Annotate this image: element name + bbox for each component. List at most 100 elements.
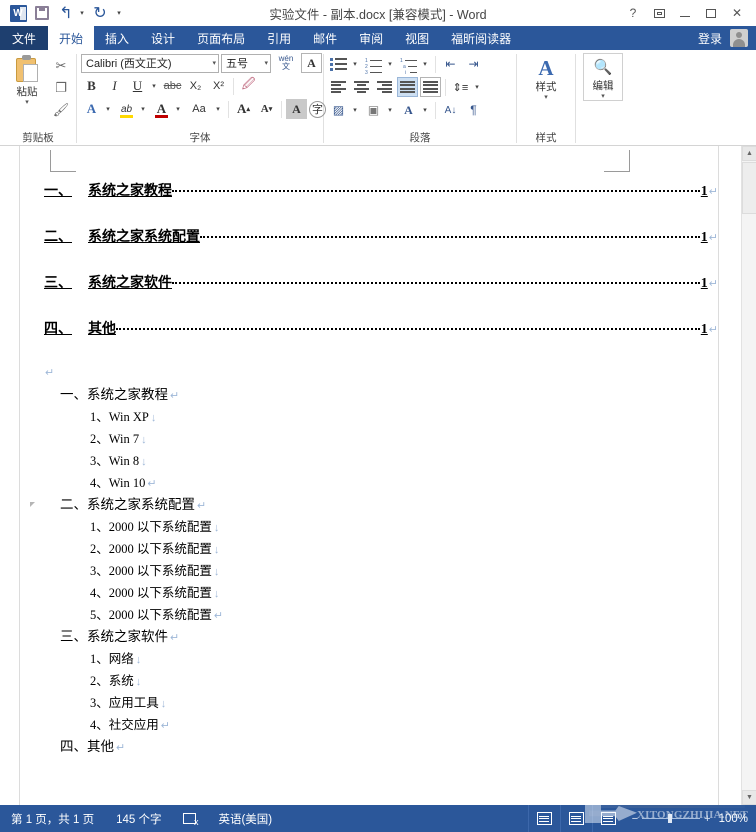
view-read-mode-button[interactable] — [527, 805, 560, 832]
highlight-dropdown-icon[interactable]: ▾ — [139, 99, 149, 119]
language-status[interactable]: 英语(美国) — [207, 811, 283, 827]
shading-dropdown-icon[interactable]: ▾ — [351, 100, 361, 120]
underline-dropdown-icon[interactable]: ▾ — [150, 76, 160, 96]
font-color-dropdown-icon[interactable]: ▾ — [174, 99, 184, 119]
outline-item[interactable]: 1、Win XP ↓ — [20, 407, 718, 428]
toc-entry[interactable]: 二、 系统之家系统配置 1 ↵ — [20, 226, 718, 246]
document-area[interactable]: 一、 系统之家教程 1 ↵ 二、 系统之家系统配置 1 ↵ 三、 系统之家软件 — [0, 146, 756, 805]
chevron-down-icon[interactable]: ▾ — [208, 59, 216, 67]
align-right-icon[interactable] — [374, 77, 395, 97]
zoom-level[interactable]: 100% — [719, 813, 756, 825]
tab-design[interactable]: 设计 — [140, 26, 186, 50]
customize-qat-icon[interactable]: ▾ — [112, 2, 128, 24]
numbering-dropdown-icon[interactable]: ▾ — [386, 54, 396, 74]
line-spacing-icon[interactable]: ⇕≡ — [450, 77, 471, 97]
restore-icon[interactable] — [698, 2, 724, 24]
chevron-down-icon[interactable]: ▾ — [260, 59, 268, 67]
outline-item[interactable]: 1、2000 以下系统配置 ↓ — [20, 517, 718, 538]
outline-item[interactable]: 3、Win 8 ↓ — [20, 451, 718, 472]
toc-entry[interactable]: 一、 系统之家教程 1 ↵ — [20, 180, 718, 200]
italic-button[interactable]: I — [104, 76, 125, 96]
editing-dropdown-icon[interactable]: ▾ — [601, 93, 605, 100]
clear-formatting-icon[interactable]: 🖉 — [238, 76, 259, 96]
view-web-layout-button[interactable] — [591, 805, 624, 832]
outline-item[interactable]: 4、2000 以下系统配置 ↓ — [20, 583, 718, 604]
superscript-button[interactable]: X² — [208, 76, 229, 96]
align-center-icon[interactable] — [351, 77, 372, 97]
save-icon[interactable] — [30, 2, 54, 24]
tab-insert[interactable]: 插入 — [94, 26, 140, 50]
minimize-icon[interactable] — [672, 2, 698, 24]
tab-foxit-reader[interactable]: 福昕阅读器 — [440, 26, 522, 50]
document-content[interactable]: 一、 系统之家教程 1 ↵ 二、 系统之家系统配置 1 ↵ 三、 系统之家软件 — [20, 180, 718, 759]
sort-icon[interactable]: A↓ — [440, 100, 461, 120]
document-page[interactable]: 一、 系统之家教程 1 ↵ 二、 系统之家系统配置 1 ↵ 三、 系统之家软件 — [19, 146, 719, 805]
paste-button[interactable]: 粘贴 ▾ — [4, 53, 50, 106]
decrease-indent-icon[interactable]: ⇤ — [440, 54, 461, 74]
zoom-in-button[interactable]: + — [704, 813, 710, 825]
styles-dropdown-icon[interactable]: ▾ — [544, 94, 548, 101]
help-icon[interactable]: ? — [620, 2, 646, 24]
increase-indent-icon[interactable]: ⇥ — [463, 54, 484, 74]
word-count[interactable]: 145 个字 — [105, 811, 172, 827]
collapse-triangle-icon[interactable] — [30, 502, 35, 507]
sign-in-button[interactable]: 登录 — [690, 30, 730, 47]
editing-button[interactable]: 🔍 编辑 ▾ — [583, 53, 623, 101]
toc-entry[interactable]: 三、 系统之家软件 1 ↵ — [20, 272, 718, 292]
redo-icon[interactable]: ↻ — [88, 2, 112, 24]
undo-dropdown-icon[interactable]: ▾ — [78, 2, 88, 24]
proofing-status[interactable] — [172, 813, 207, 827]
scroll-down-icon[interactable]: ▼ — [742, 790, 756, 805]
line-spacing-dropdown-icon[interactable]: ▾ — [473, 77, 483, 97]
bullets-icon[interactable] — [328, 54, 349, 74]
underline-button[interactable]: U — [127, 76, 148, 96]
outline-item[interactable]: 5、2000 以下系统配置 ↵ — [20, 605, 718, 626]
scroll-up-icon[interactable]: ▲ — [742, 146, 756, 161]
bold-button[interactable]: B — [81, 76, 102, 96]
tab-file[interactable]: 文件 — [0, 26, 49, 50]
align-left-icon[interactable] — [328, 77, 349, 97]
tab-page-layout[interactable]: 页面布局 — [186, 26, 256, 50]
phonetic-guide-icon[interactable]: wén 文 — [273, 53, 299, 73]
font-color-icon[interactable]: A — [151, 99, 172, 119]
grow-font-icon[interactable]: A ▴ — [233, 99, 254, 119]
asian-layout-icon[interactable]: A — [398, 100, 419, 120]
outline-item[interactable]: 4、社交应用 ↵ — [20, 715, 718, 736]
distribute-icon[interactable] — [420, 77, 441, 97]
multilevel-list-icon[interactable]: 1 a i — [398, 54, 419, 76]
font-size-combobox[interactable]: 五号 ▾ — [221, 53, 271, 73]
font-family-combobox[interactable]: Calibri (西文正文) ▾ — [81, 53, 219, 73]
zoom-slider[interactable]: − + — [624, 813, 719, 825]
character-border-icon[interactable]: A — [301, 53, 322, 73]
tab-view[interactable]: 视图 — [394, 26, 440, 50]
text-highlight-color-icon[interactable]: ab — [116, 99, 137, 119]
body-outline[interactable]: 一、系统之家教程 ↵ 1、Win XP ↓ 2、Win 7 ↓ 3、Win 8 ↓ 4、… — [20, 385, 718, 758]
borders-icon[interactable]: ▣ — [363, 100, 384, 120]
close-icon[interactable]: ✕ — [724, 2, 750, 24]
outline-item[interactable]: 2、Win 7 ↓ — [20, 429, 718, 450]
outline-item[interactable]: 4、Win 10 ↵ — [20, 473, 718, 494]
multilevel-dropdown-icon[interactable]: ▾ — [421, 54, 431, 74]
page-info[interactable]: 第 1 页，共 1 页 — [0, 811, 105, 827]
paste-dropdown-icon[interactable]: ▾ — [25, 99, 29, 106]
outline-item[interactable]: 3、2000 以下系统配置 ↓ — [20, 561, 718, 582]
toc-entry[interactable]: 四、 其他 1 ↵ — [20, 318, 718, 338]
text-effects-icon[interactable]: A — [81, 99, 102, 119]
justify-icon[interactable] — [397, 77, 418, 97]
text-effects-dropdown-icon[interactable]: ▾ — [104, 99, 114, 119]
outline-item[interactable]: 2、2000 以下系统配置 ↓ — [20, 539, 718, 560]
bullets-dropdown-icon[interactable]: ▾ — [351, 54, 361, 74]
avatar[interactable] — [730, 29, 748, 47]
strikethrough-button[interactable]: abc — [162, 76, 183, 96]
numbering-icon[interactable]: 1 2 3 — [363, 54, 384, 76]
format-painter-icon[interactable]: 🖌 — [50, 100, 72, 120]
text-shading-icon[interactable]: A — [286, 99, 307, 119]
outline-heading[interactable]: 二、系统之家系统配置 ↵ — [20, 495, 718, 516]
tab-references[interactable]: 引用 — [256, 26, 302, 50]
outline-heading[interactable]: 三、系统之家软件 ↵ — [20, 627, 718, 648]
tab-review[interactable]: 审阅 — [348, 26, 394, 50]
asian-layout-dropdown-icon[interactable]: ▾ — [421, 100, 431, 120]
outline-heading[interactable]: 一、系统之家教程 ↵ — [20, 385, 718, 406]
ribbon-display-options-icon[interactable] — [646, 2, 672, 24]
copy-icon[interactable]: ❐ — [50, 78, 72, 98]
